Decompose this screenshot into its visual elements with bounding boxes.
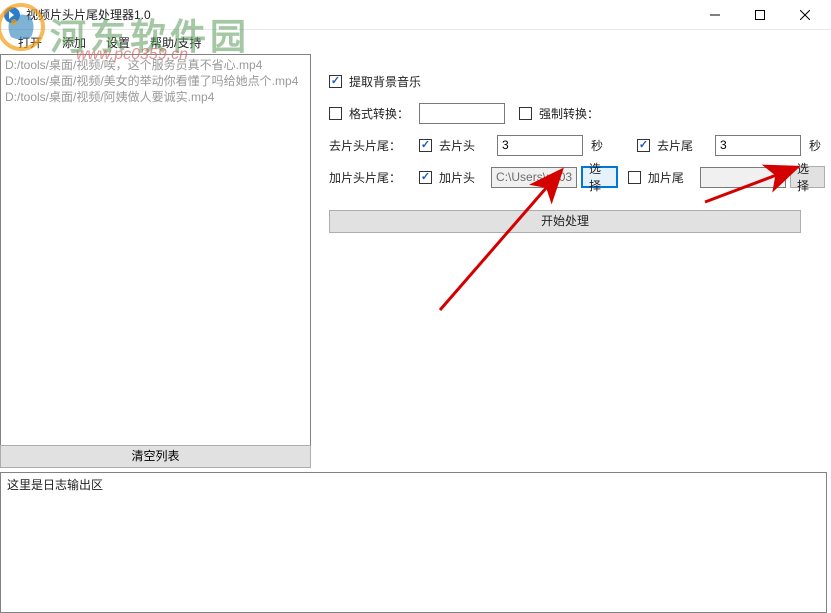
menu-help[interactable]: 帮助/支持 [144,32,207,53]
close-button[interactable] [782,0,827,30]
trim-head-input[interactable] [497,135,583,156]
sec-label: 秒 [809,137,821,154]
menu-settings[interactable]: 设置 [100,32,136,53]
add-tail-checkbox[interactable] [628,171,641,184]
menubar: 打开 添加 设置 帮助/支持 [0,30,831,54]
list-item[interactable]: D:/tools/桌面/视频/阿姨做人要诚实.mp4 [5,89,306,105]
start-process-button[interactable]: 开始处理 [329,210,801,233]
minimize-button[interactable] [692,0,737,30]
log-output: 这里是日志输出区 [0,472,827,613]
sec-label: 秒 [591,137,603,154]
trim-head-label: 去片头 [439,137,487,154]
select-tail-button[interactable]: 选择 [790,166,825,188]
options-panel: 提取背景音乐 格式转换： 强制转换： 去片头片尾： 去片头 秒 去片尾 秒 加片… [311,54,831,468]
app-icon [4,7,20,23]
extract-bgm-label: 提取背景音乐 [349,73,421,90]
maximize-button[interactable] [737,0,782,30]
add-tail-label: 加片尾 [648,169,690,186]
add-head-checkbox[interactable] [419,171,432,184]
trim-tail-checkbox[interactable] [637,139,650,152]
clear-list-button[interactable]: 清空列表 [0,445,311,468]
list-item[interactable]: D:/tools/桌面/视频/美女的举动你看懂了吗给她点个.mp4 [5,73,306,89]
add-head-label: 加片头 [439,169,481,186]
force-convert-checkbox[interactable] [519,107,532,120]
menu-add[interactable]: 添加 [56,32,92,53]
force-convert-label: 强制转换： [539,105,599,122]
add-tail-path [700,167,786,188]
window-title: 视频片头片尾处理器1.0 [26,6,692,23]
menu-open[interactable]: 打开 [12,32,48,53]
trim-tail-label: 去片尾 [657,137,705,154]
log-placeholder: 这里是日志输出区 [7,478,103,492]
format-input[interactable] [419,103,505,124]
add-head-path [491,167,577,188]
file-list-panel: D:/tools/桌面/视频/唉，这个服务员真不省心.mp4 D:/tools/… [0,54,311,468]
extract-bgm-checkbox[interactable] [329,75,342,88]
select-head-button[interactable]: 选择 [581,166,618,188]
trim-section-label: 去片头片尾： [329,137,401,154]
trim-head-checkbox[interactable] [419,139,432,152]
file-list[interactable]: D:/tools/桌面/视频/唉，这个服务员真不省心.mp4 D:/tools/… [1,55,310,446]
titlebar: 视频片头片尾处理器1.0 [0,0,831,30]
trim-tail-input[interactable] [715,135,801,156]
format-convert-checkbox[interactable] [329,107,342,120]
add-section-label: 加片头片尾： [329,169,401,186]
list-item[interactable]: D:/tools/桌面/视频/唉，这个服务员真不省心.mp4 [5,57,306,73]
format-convert-label: 格式转换： [349,105,409,122]
